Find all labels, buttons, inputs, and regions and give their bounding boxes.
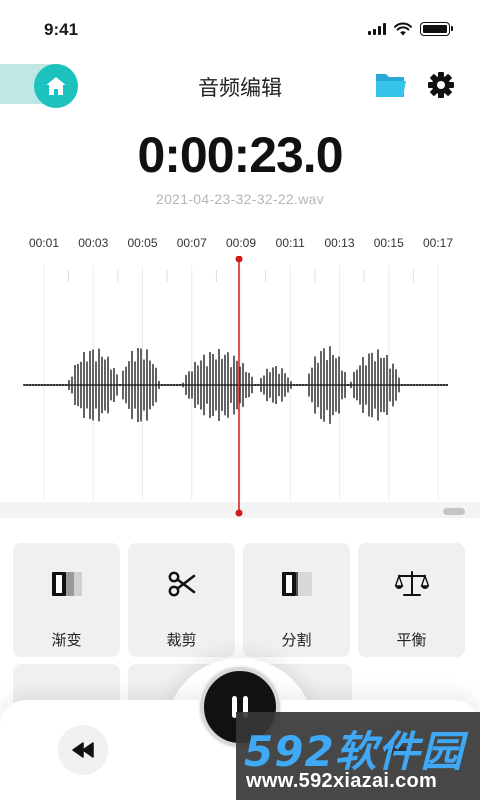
timeline-tick-label: 00:17 [422,236,454,250]
timeline-tick-label: 00:03 [78,236,109,250]
folder-icon [376,74,406,97]
playhead-top-handle[interactable] [235,256,243,263]
tool-label: 平衡 [396,631,427,649]
tool-label: 渐变 [51,631,82,649]
folder-button[interactable] [374,70,408,100]
scissors-icon [168,571,195,597]
header: 音频编辑 [0,60,480,110]
playhead-bottom-handle[interactable] [235,509,243,517]
timeline-tick-label: 00:01 [28,236,60,250]
fade-icon [51,572,82,596]
tool-fade-button[interactable]: 渐变 [13,543,120,657]
rewind-button[interactable] [58,725,108,775]
watermark-url: www.592xiazai.com [246,770,438,792]
file-name: 2021-04-23-32-32-22.wav [155,191,324,207]
status-time: 9:41 [44,20,79,39]
battery-icon [420,22,453,36]
rewind-icon [72,742,94,758]
timeline-tick-label: 00:07 [176,236,207,250]
timeline-tick-label: 00:09 [225,236,257,250]
status-bar: 9:41 [0,0,480,60]
page-title: 音频编辑 [198,76,282,100]
split-icon [281,572,312,596]
timeline-tick-label: 00:13 [324,236,355,250]
settings-button[interactable] [426,70,456,100]
timeline-tick-label: 00:05 [127,236,158,250]
elapsed-timer: 0:00:23.0 [137,127,343,183]
waveform-editor[interactable] [0,256,480,518]
tool-label: 裁剪 [166,631,197,649]
balance-icon [394,571,429,596]
tool-trim-button[interactable]: 裁剪 [128,543,235,657]
tool-label: 分割 [281,631,312,649]
timeline-tick-label: 00:15 [373,236,404,250]
wifi-icon [394,22,412,36]
cellular-signal-icon [368,23,386,35]
timeline-ruler: 00:01 00:03 00:05 00:07 00:09 00:11 00:13 00:15… [0,236,480,256]
tool-split-button[interactable]: 分割 [243,543,350,657]
timeline-tick-label: 00:11 [275,236,305,250]
status-icons [368,22,453,36]
watermark: 592软件园 www.592xiazai.com [236,712,480,800]
gear-icon [428,72,454,98]
tool-balance-button[interactable]: 平衡 [358,543,465,657]
timeline-scroll-handle[interactable] [443,508,465,515]
